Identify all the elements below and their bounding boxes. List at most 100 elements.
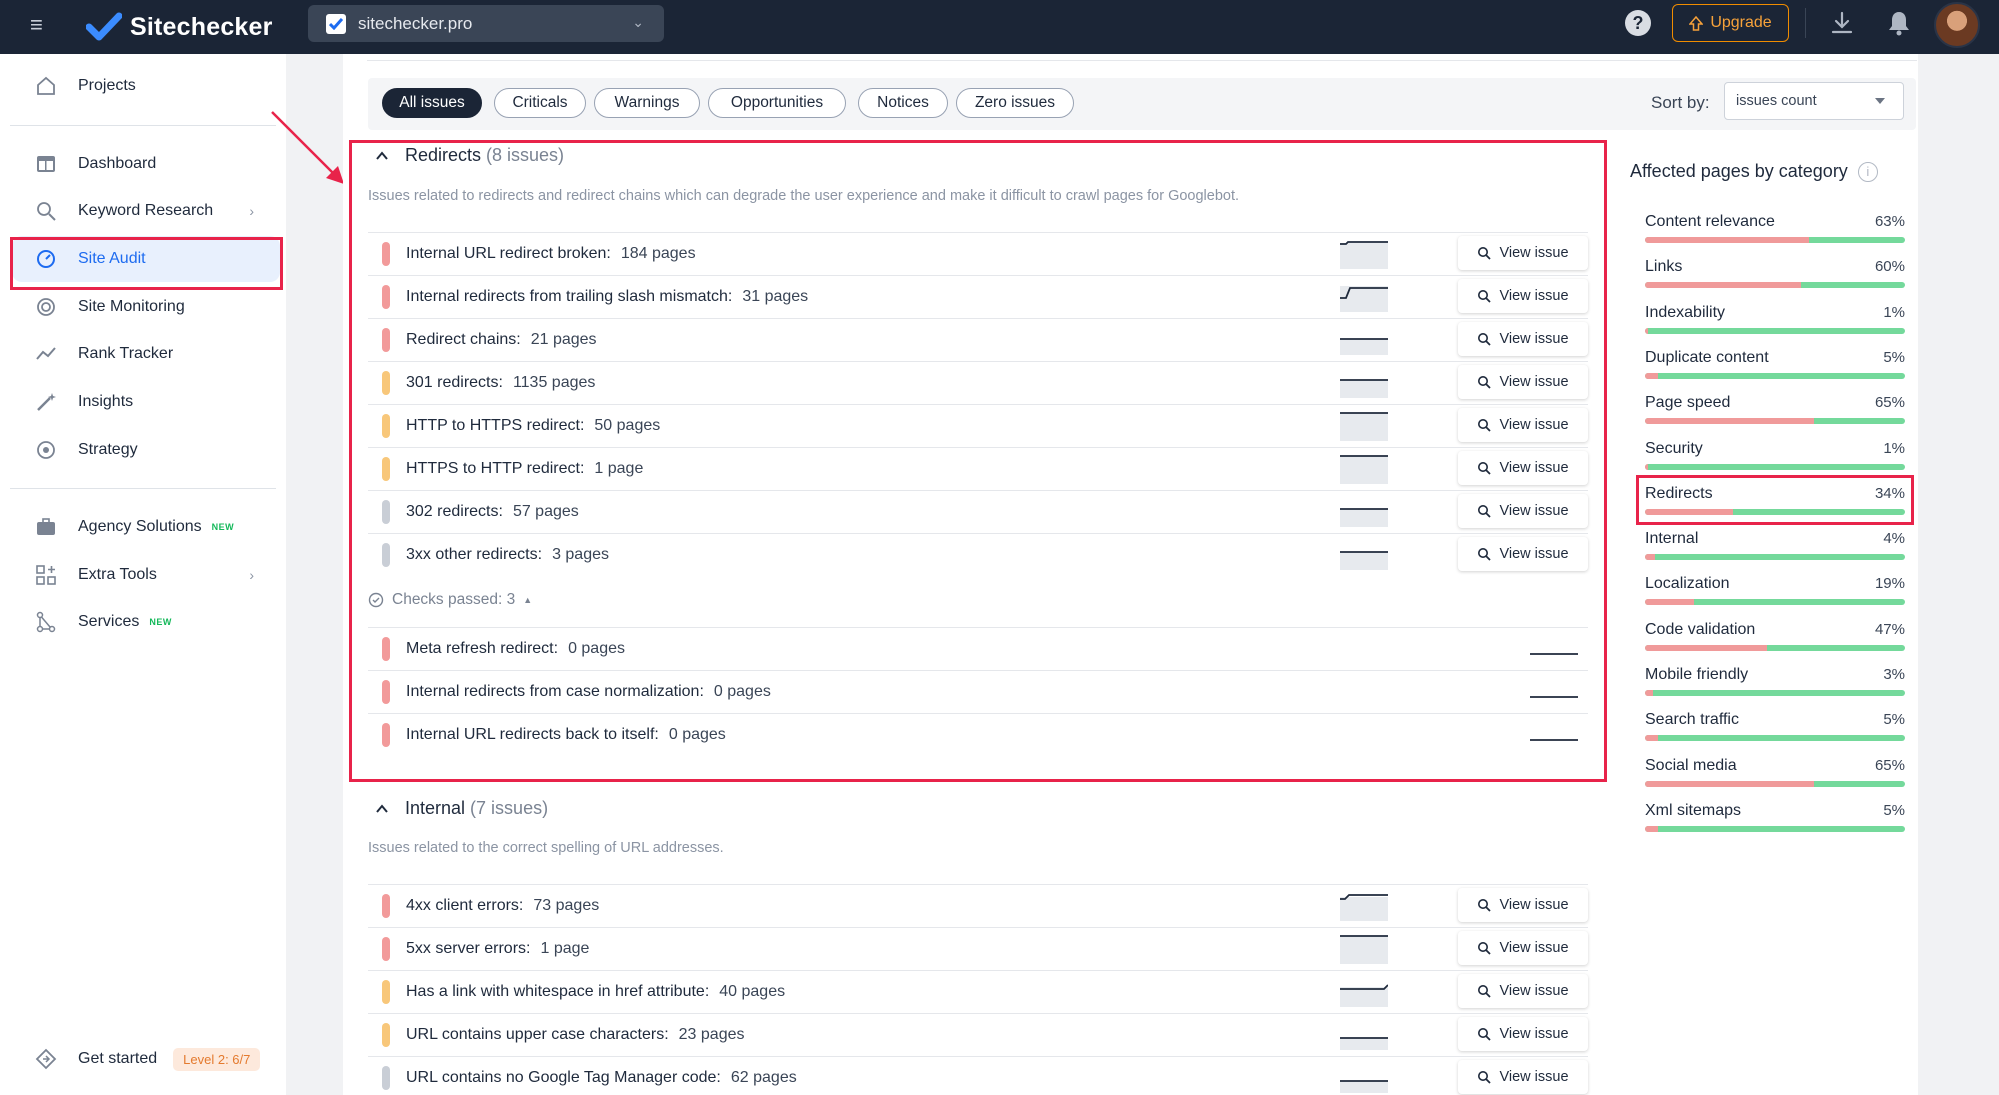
get-started[interactable]: Get started Level 2: 6/7 — [12, 1036, 280, 1082]
keyword-icon — [34, 199, 58, 223]
issue-pages: 23 pages — [678, 1025, 745, 1043]
view-issue-label: View issue — [1499, 1026, 1569, 1042]
issue-title: URL contains upper case characters: — [406, 1025, 669, 1043]
category-name: Search traffic — [1645, 711, 1739, 729]
sidebar-item-dashboard[interactable]: Dashboard — [12, 141, 280, 187]
sidebar-item-agency-solutions[interactable]: Agency Solutions NEW — [12, 504, 280, 550]
category-progress-fill — [1645, 825, 1658, 832]
search-icon — [1478, 942, 1492, 955]
sidebar-item-rank-tracker[interactable]: Rank Tracker — [12, 331, 280, 377]
category-row[interactable]: Xml sitemaps 5% — [1645, 802, 1905, 842]
sparkline-icon — [1340, 1080, 1388, 1093]
category-row[interactable]: Code validation 47% — [1645, 621, 1905, 661]
view-issue-label: View issue — [1499, 983, 1569, 999]
category-progress-fill — [1645, 599, 1695, 606]
category-progress-fill — [1645, 644, 1768, 651]
annotation-arrow-icon — [271, 111, 344, 184]
category-row[interactable]: Duplicate content 5% — [1645, 349, 1905, 389]
site-selector[interactable]: sitechecker.pro ⌄ — [308, 5, 664, 42]
chevron-right-icon: › — [249, 567, 254, 583]
category-name: Page speed — [1645, 394, 1731, 412]
diamond-icon — [34, 1047, 58, 1071]
category-progress-bar — [1645, 554, 1905, 561]
logo[interactable]: Sitechecker — [86, 8, 273, 46]
view-issue-button[interactable]: View issue — [1458, 1017, 1588, 1051]
category-name: Links — [1645, 258, 1683, 276]
category-percent: 5% — [1883, 711, 1905, 729]
trend-icon — [34, 342, 58, 366]
sort-select[interactable]: issues count — [1724, 82, 1904, 120]
site-favicon-icon — [326, 13, 346, 34]
category-row[interactable]: Page speed 65% — [1645, 394, 1905, 434]
category-percent: 47% — [1874, 620, 1905, 638]
sidebar-item-insights[interactable]: Insights — [12, 379, 280, 425]
sidebar-item-keyword-research[interactable]: Keyword Research › — [12, 188, 280, 234]
table-row: Has a link with whitespace in href attri… — [368, 970, 1588, 1012]
category-row[interactable]: Mobile friendly 3% — [1645, 666, 1905, 706]
category-row[interactable]: Internal 4% — [1645, 530, 1905, 570]
menu-icon[interactable]: ≡ — [30, 14, 52, 36]
view-issue-button[interactable]: View issue — [1458, 974, 1588, 1008]
section-internal-header[interactable]: Internal (7 issues) — [375, 798, 548, 819]
view-issue-button[interactable]: View issue — [1458, 1060, 1588, 1094]
download-icon[interactable] — [1830, 10, 1854, 36]
category-row[interactable]: Content relevance 63% — [1645, 213, 1905, 253]
category-name: Indexability — [1645, 303, 1726, 321]
tab-notices[interactable]: Notices — [858, 88, 948, 118]
view-issue-label: View issue — [1499, 897, 1569, 913]
category-progress-bar — [1645, 780, 1905, 787]
category-name: Content relevance — [1645, 213, 1775, 230]
tab-opportunities[interactable]: Opportunities — [708, 88, 846, 118]
category-row[interactable]: Security 1% — [1645, 440, 1905, 480]
severity-indicator — [382, 979, 390, 1004]
category-progress-bar — [1645, 327, 1905, 334]
sidebar-item-projects[interactable]: Projects — [12, 63, 280, 109]
wand-icon — [34, 390, 58, 414]
divider — [367, 60, 1917, 61]
category-row[interactable]: Localization 19% — [1645, 575, 1905, 615]
category-percent: 63% — [1874, 213, 1905, 230]
help-icon[interactable]: ? — [1625, 10, 1651, 36]
tab-all-issues[interactable]: All issues — [382, 88, 482, 118]
upgrade-label: Upgrade — [1710, 14, 1772, 31]
category-percent: 65% — [1874, 394, 1905, 412]
bell-icon[interactable] — [1886, 9, 1912, 37]
sparkline-icon — [1340, 984, 1388, 1007]
category-name: Xml sitemaps — [1645, 801, 1742, 819]
monitoring-icon — [34, 295, 58, 319]
briefcase-icon — [34, 515, 58, 539]
category-name: Internal — [1645, 530, 1699, 548]
category-row[interactable]: Social media 65% — [1645, 757, 1905, 797]
category-row[interactable]: Search traffic 5% — [1645, 711, 1905, 751]
view-issue-button[interactable]: View issue — [1458, 888, 1588, 922]
sidebar-item-extra-tools[interactable]: Extra Tools › — [12, 552, 280, 598]
sidebar-item-label: Insights — [78, 393, 134, 410]
category-percent: 60% — [1874, 258, 1905, 276]
search-icon — [1478, 1028, 1492, 1041]
category-row[interactable]: Links 60% — [1645, 258, 1905, 298]
tab-zero-issues[interactable]: Zero issues — [956, 88, 1074, 118]
sidebar-item-label: Agency Solutions — [78, 518, 202, 535]
table-row: 4xx client errors: 73 pages View issue — [368, 884, 1588, 926]
tab-criticals[interactable]: Criticals — [494, 88, 586, 118]
tab-warnings[interactable]: Warnings — [594, 88, 700, 118]
category-row[interactable]: Indexability 1% — [1645, 304, 1905, 344]
issue-pages: 40 pages — [719, 982, 786, 1000]
avatar[interactable] — [1934, 2, 1980, 48]
category-progress-fill — [1645, 237, 1809, 243]
sidebar-item-site-monitoring[interactable]: Site Monitoring — [12, 284, 280, 330]
category-progress-fill — [1645, 780, 1814, 787]
view-issue-button[interactable]: View issue — [1458, 931, 1588, 965]
view-issue-label: View issue — [1499, 1069, 1569, 1085]
category-progress-bar — [1645, 690, 1905, 696]
sidebar-item-services[interactable]: Services NEW — [12, 599, 280, 645]
highlight-box-redirects — [349, 140, 1607, 782]
view-issue-label: View issue — [1499, 940, 1569, 956]
upgrade-arrow-icon — [1689, 15, 1704, 31]
severity-indicator — [382, 936, 390, 961]
upgrade-button[interactable]: Upgrade — [1672, 4, 1789, 42]
info-icon[interactable]: i — [1857, 161, 1878, 182]
sidebar-item-strategy[interactable]: Strategy — [12, 427, 280, 473]
search-icon — [1478, 1071, 1492, 1084]
severity-indicator — [382, 893, 390, 918]
